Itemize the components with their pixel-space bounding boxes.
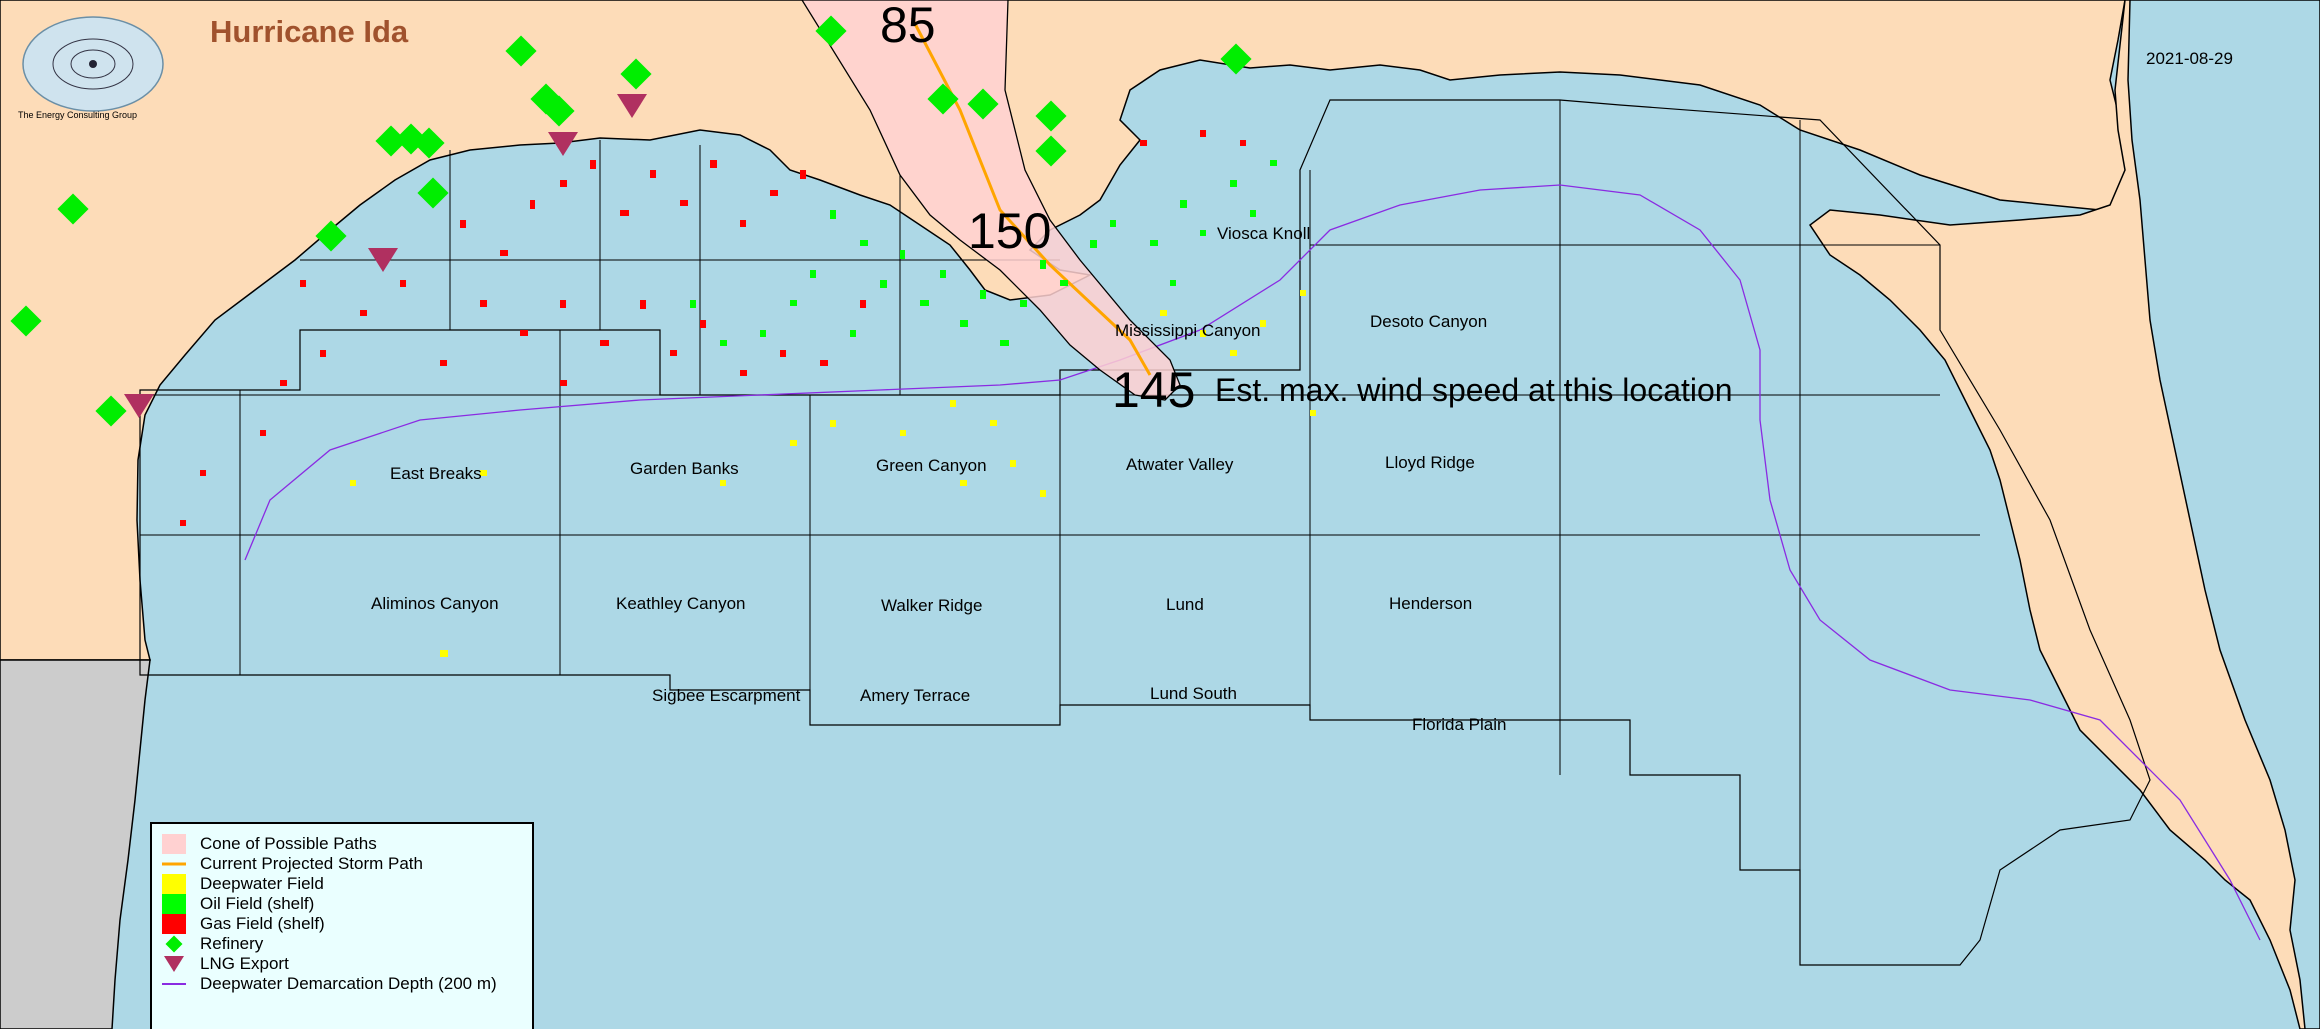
map-legend: Cone of Possible Paths Current Projected… <box>150 822 534 1029</box>
legend-label: LNG Export <box>200 954 289 973</box>
map-stage: The Energy Consulting Group Hurricane Id… <box>0 0 2320 1029</box>
legend-label: Deepwater Field <box>200 874 324 893</box>
legend-item-demarcation: Deepwater Demarcation Depth (200 m) <box>152 974 532 994</box>
legend-item-deepwater: Deepwater Field <box>152 874 532 894</box>
area-label: Lund <box>1166 595 1204 614</box>
area-label: Green Canyon <box>876 456 987 475</box>
wind-speed-north: 85 <box>880 0 936 53</box>
area-label: Atwater Valley <box>1126 455 1234 474</box>
gas-swatch-icon <box>162 914 186 934</box>
area-label: Lloyd Ridge <box>1385 453 1475 472</box>
area-label: Viosca Knoll <box>1217 224 1311 243</box>
legend-item-gas: Gas Field (shelf) <box>152 914 532 934</box>
legend-label: Oil Field (shelf) <box>200 894 315 913</box>
area-label: Desoto Canyon <box>1370 312 1488 331</box>
legend-label: Gas Field (shelf) <box>200 914 325 933</box>
legend-label: Refinery <box>200 934 264 953</box>
legend-item-refinery: Refinery <box>152 934 532 954</box>
area-label: East Breaks <box>390 464 482 483</box>
refinery-diamond-icon <box>165 935 183 953</box>
area-label: Amery Terrace <box>860 686 971 705</box>
area-label: Keathley Canyon <box>616 594 746 613</box>
area-label: Aliminos Canyon <box>371 594 499 613</box>
demarcation-line-icon <box>162 983 186 985</box>
area-label: Garden Banks <box>630 459 739 478</box>
legend-label: Deepwater Demarcation Depth (200 m) <box>200 974 497 993</box>
legend-item-cone: Cone of Possible Paths <box>152 834 532 854</box>
area-label: Walker Ridge <box>881 596 983 615</box>
area-label: Florida Plain <box>1412 715 1507 734</box>
area-label: Mississippi Canyon <box>1115 321 1261 340</box>
cone-swatch-icon <box>162 834 186 854</box>
wind-speed-offshore: 145 <box>1112 362 1196 418</box>
wind-speed-annotation: Est. max. wind speed at this location <box>1215 372 1733 408</box>
area-label: Lund South <box>1150 684 1237 703</box>
legend-label: Cone of Possible Paths <box>200 834 377 853</box>
wind-speed-landfall: 150 <box>968 203 1052 259</box>
oil-swatch-icon <box>162 894 186 914</box>
deepwater-swatch-icon <box>162 874 186 894</box>
legend-item-oil: Oil Field (shelf) <box>152 894 532 914</box>
lng-triangle-icon <box>164 956 184 972</box>
map-title: Hurricane Ida <box>210 14 409 49</box>
area-label: Henderson <box>1389 594 1473 613</box>
path-line-icon <box>162 862 186 866</box>
legend-item-lng: LNG Export <box>152 954 532 974</box>
logo-caption: The Energy Consulting Group <box>18 110 138 120</box>
area-label: Sigbee Escarpment <box>652 686 801 705</box>
map-date: 2021-08-29 <box>2146 49 2233 68</box>
legend-label: Current Projected Storm Path <box>200 854 423 873</box>
legend-item-path: Current Projected Storm Path <box>152 854 532 874</box>
